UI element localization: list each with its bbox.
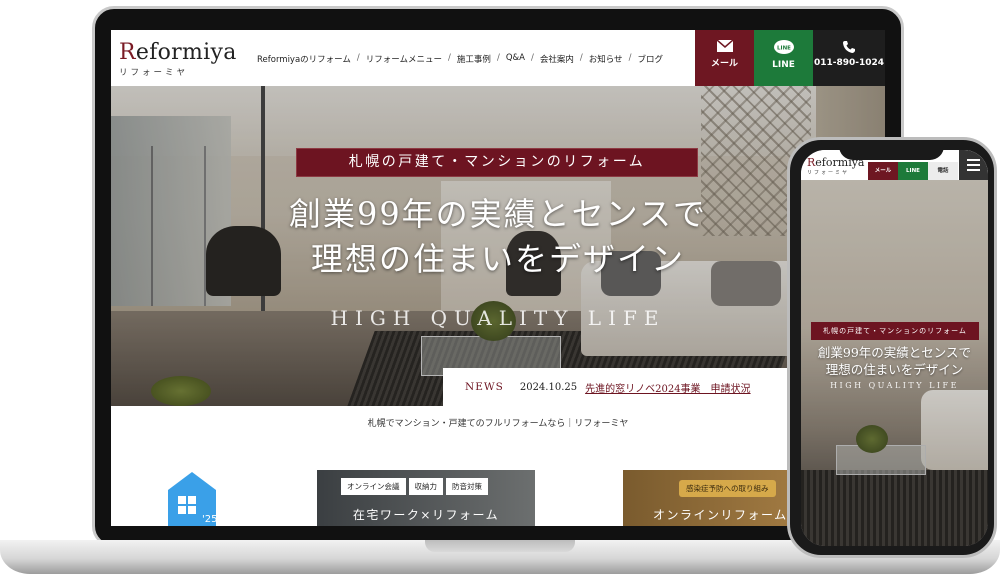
hero-section: 札幌の戸建て・マンションのリフォーム 創業99年の実績とセンスで 理想の住まいを… xyxy=(111,86,885,406)
logo-rest: eformiya xyxy=(135,40,237,65)
banner-tags: オンライン会議 収納力 防音対策 xyxy=(341,478,491,495)
hamburger-line xyxy=(967,164,980,166)
tel-button-label: 011-890-1024 xyxy=(813,58,885,68)
phone-logo-subtitle: リフォーミヤ xyxy=(807,170,850,176)
tag-storage: 収納力 xyxy=(408,478,443,495)
logo-wordmark: Reformiya xyxy=(119,42,237,64)
house-badge-icon[interactable]: '25 xyxy=(166,470,218,526)
nav-separator: / xyxy=(530,53,534,63)
intro-text: 札幌でマンション・戸建てのフルリフォームなら｜リフォーミヤ xyxy=(367,419,629,429)
logo-subtitle: リフォーミヤ xyxy=(119,68,189,78)
envelope-icon xyxy=(716,40,733,52)
laptop-hinge-notch xyxy=(425,540,575,552)
tel-button[interactable]: 011-890-1024 xyxy=(813,30,885,86)
nav-item-news[interactable]: お知らせ xyxy=(589,53,623,65)
news-date: 2024.10.25 xyxy=(519,381,578,393)
line-button-label: LINE xyxy=(772,60,795,70)
hamburger-line xyxy=(967,159,980,161)
phone-hero: 札幌の戸建て・マンションのリフォーム 創業99年の実績とセンスで 理想の住まいを… xyxy=(801,180,988,546)
nav-item-works[interactable]: 施工事例 xyxy=(457,53,491,65)
phone-mail-button[interactable]: メール xyxy=(868,162,898,180)
logo-initial: R xyxy=(119,40,136,65)
news-label: NEWS xyxy=(465,381,504,393)
phone-hero-tagline: HIGH QUALITY LIFE xyxy=(830,381,959,390)
infection-prevention-tag: 感染症予防への取り組み xyxy=(679,480,776,497)
phone-icon xyxy=(843,41,855,53)
laptop-screen: Reformiya リフォーミヤ Reformiyaのリフォーム / リフォームメ… xyxy=(111,30,885,526)
phone-hero-ribbon: 札幌の戸建て・マンションのリフォーム xyxy=(811,322,979,340)
mail-button[interactable]: メール xyxy=(695,30,754,86)
hamburger-menu-icon[interactable] xyxy=(959,150,988,180)
telework-banner[interactable]: オンライン会議 収納力 防音対策 在宅ワーク×リフォーム xyxy=(317,470,535,526)
hamburger-line xyxy=(967,169,980,171)
global-nav: Reformiyaのリフォーム / リフォームメニュー / 施工事例 / Q&A / 会… xyxy=(257,53,663,65)
hero-headline-line-2: 理想の住まいをデザイン xyxy=(310,240,685,278)
tag-online-meeting: オンライン会議 xyxy=(341,478,406,495)
site-logo[interactable]: Reformiya リフォーミヤ xyxy=(119,42,237,79)
phone-headline-line-2: 理想の住まいをデザイン xyxy=(825,362,964,377)
nav-item-faq[interactable]: Q&A xyxy=(506,53,525,65)
phone-headline-line-1: 創業99年の実績とセンスで xyxy=(817,345,972,360)
phone-hero-headline: 創業99年の実績とセンスで 理想の住まいをデザイン xyxy=(801,344,988,378)
nav-separator: / xyxy=(448,53,451,63)
hero-ribbon: 札幌の戸建て・マンションのリフォーム xyxy=(296,148,698,177)
hero-headline-line-1: 創業99年の実績とセンスで xyxy=(288,195,708,233)
nav-separator: / xyxy=(496,53,500,63)
tag-soundproof: 防音対策 xyxy=(446,478,488,495)
nav-item-reformiya[interactable]: Reformiyaのリフォーム xyxy=(257,53,351,65)
nav-separator: / xyxy=(579,53,583,63)
nav-separator: / xyxy=(356,53,360,63)
mail-button-label: メール xyxy=(710,59,738,69)
nav-item-blog[interactable]: ブログ xyxy=(637,53,663,65)
badge-year: '25 xyxy=(202,514,217,525)
line-chat-icon: LINE xyxy=(773,40,794,54)
phone-tel-button[interactable]: 電話 xyxy=(928,162,958,180)
phone-notch xyxy=(839,140,944,160)
phone-line-button[interactable]: LINE xyxy=(898,162,928,180)
nav-item-menu[interactable]: リフォームメニュー xyxy=(366,53,442,65)
news-link[interactable]: 先進的窓リノベ2024事業 申請状況 xyxy=(585,380,750,395)
line-icon-text: LINE xyxy=(777,46,791,52)
telework-banner-title: 在宅ワーク×リフォーム xyxy=(352,508,500,522)
nav-separator: / xyxy=(628,53,632,63)
site-header: Reformiya リフォーミヤ Reformiyaのリフォーム / リフォームメ… xyxy=(111,30,885,86)
hero-headline: 創業99年の実績とセンスで 理想の住まいをデザイン xyxy=(111,192,885,282)
phone-screen: Reformiya リフォーミヤ メール LINE 電話 札幌の戸建て・マンショ… xyxy=(801,150,988,546)
hero-tagline: HIGH QUALITY LIFE xyxy=(330,306,666,330)
nav-item-company[interactable]: 会社案内 xyxy=(540,53,574,65)
line-button[interactable]: LINE LINE xyxy=(754,30,813,86)
